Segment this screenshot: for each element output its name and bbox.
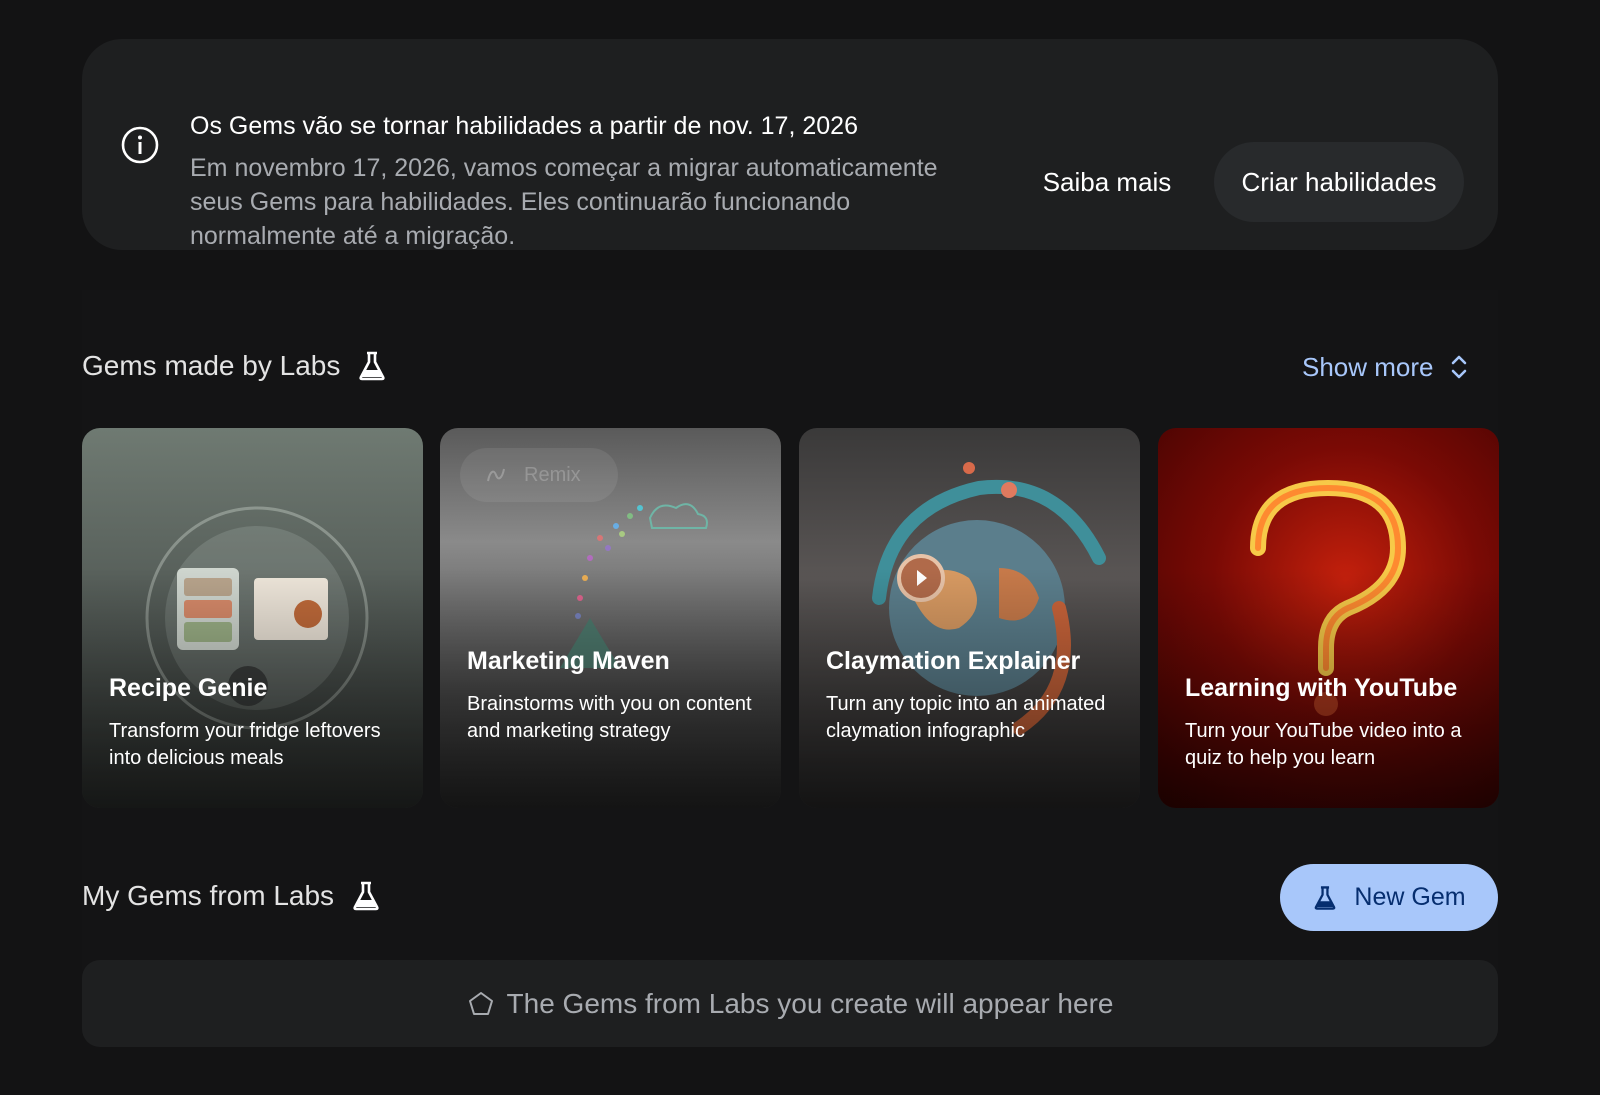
remix-icon	[487, 468, 505, 482]
learn-more-button[interactable]: Saiba mais	[1028, 142, 1186, 222]
new-gem-button[interactable]: New Gem	[1280, 864, 1498, 931]
pentagon-icon	[468, 991, 493, 1015]
flask-icon	[353, 881, 379, 911]
empty-state-text: The Gems from Labs you create will appea…	[506, 987, 1114, 1019]
card-title: Marketing Maven	[467, 647, 670, 675]
banner-body: Em novembro 17, 2026, vamos começar a mi…	[190, 154, 938, 250]
card-description: Transform your fridge leftovers into del…	[109, 720, 381, 769]
labs-section-heading: Gems made by Labs	[82, 350, 388, 382]
card-title: Claymation Explainer	[826, 647, 1081, 675]
flask-icon	[359, 351, 385, 381]
card-title: Learning with YouTube	[1185, 674, 1458, 702]
card-shade	[440, 568, 781, 808]
my-gems-empty-state: The Gems from Labs you create will appea…	[82, 960, 1498, 1047]
my-gems-heading: My Gems from Labs	[82, 880, 382, 912]
gems-page: Os Gems vão se tornar habilidades a part…	[0, 0, 1600, 1095]
card-description: Turn any topic into an animated claymati…	[826, 693, 1106, 742]
flask-icon	[1315, 885, 1336, 910]
show-more-label: Show more	[1302, 351, 1434, 382]
card-description: Turn your YouTube video into a quiz to h…	[1185, 720, 1462, 769]
create-skills-button[interactable]: Criar habilidades	[1214, 142, 1464, 222]
banner-title: Os Gems vão se tornar habilidades a part…	[190, 112, 858, 140]
gem-card-learning-with-youtube[interactable]: Learning with YouTube Turn your YouTube …	[1158, 428, 1499, 808]
gem-card-claymation-explainer[interactable]: Claymation Explainer Turn any topic into…	[799, 428, 1140, 808]
info-icon	[121, 126, 159, 164]
new-gem-label: New Gem	[1354, 883, 1466, 911]
remix-label: Remix	[524, 463, 581, 486]
remix-button[interactable]: Remix	[460, 448, 618, 502]
card-title: Recipe Genie	[109, 674, 268, 702]
expand-icon	[1451, 355, 1466, 379]
gem-card-recipe-genie[interactable]: Recipe Genie Transform your fridge lefto…	[82, 428, 423, 808]
card-description: Brainstorms with you on content and mark…	[467, 693, 752, 742]
show-more-button[interactable]: Show more	[1302, 350, 1468, 384]
migration-banner: Os Gems vão se tornar habilidades a part…	[82, 39, 1498, 250]
my-gems-title: My Gems from Labs	[82, 880, 335, 911]
labs-section-title: Gems made by Labs	[82, 350, 341, 381]
gem-card-marketing-maven[interactable]: Remix Marketing Maven Brainstorms with y…	[440, 428, 781, 808]
card-shade	[799, 568, 1140, 808]
